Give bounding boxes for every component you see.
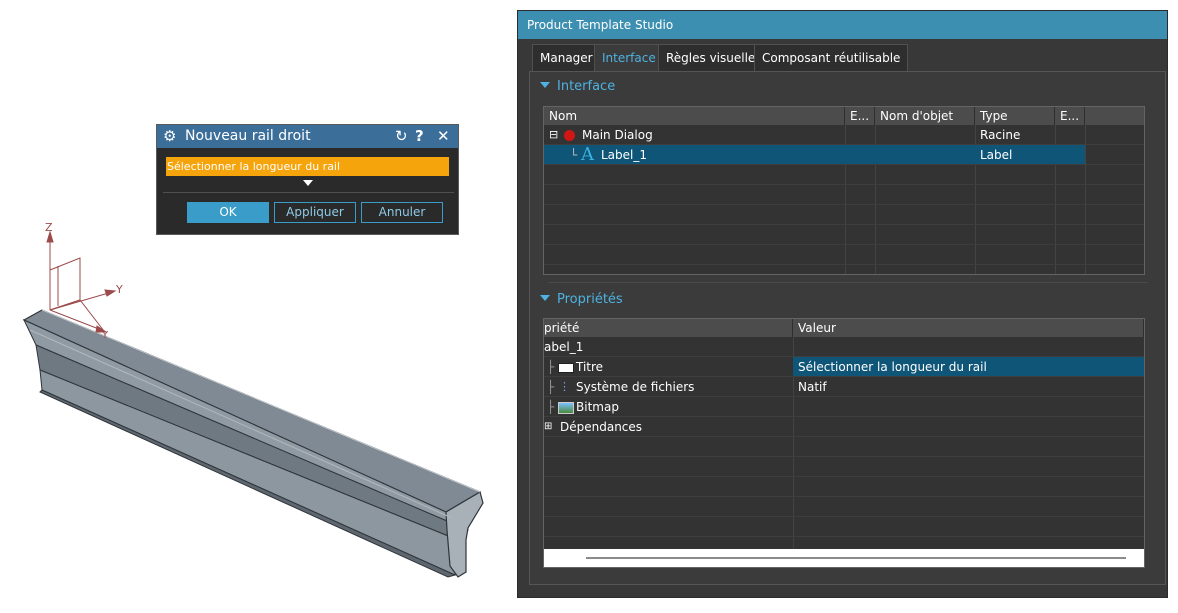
properties-header: priété Valeur (544, 319, 1144, 337)
cancel-button[interactable]: Annuler (361, 202, 443, 223)
rail-model[interactable]: Z Y Y (0, 0, 515, 610)
prop-name: Système de fichiers (576, 380, 695, 394)
interface-panel: Interface Nom E... Nom d'objet Type E...… (529, 71, 1166, 585)
window-title[interactable]: Product Template Studio (518, 11, 1167, 39)
tree-item-name: Main Dialog (582, 128, 653, 142)
product-template-studio-window: Product Template Studio Manager Interfac… (517, 10, 1168, 598)
prop-row-filesystem[interactable]: ├ ⋮ Système de fichiers Natif (544, 377, 1144, 397)
col-e2[interactable]: E... (1055, 107, 1085, 125)
prop-name: Dépendances (560, 420, 643, 434)
prop-value[interactable]: Natif (798, 377, 827, 397)
interface-section-label: Interface (557, 79, 616, 94)
col-nom[interactable]: Nom (544, 107, 845, 125)
prop-row-empty (544, 437, 1144, 457)
text-field-icon (558, 357, 574, 377)
tree-connector: ├ (547, 380, 555, 394)
col-e1[interactable]: E... (845, 107, 875, 125)
tab-interface[interactable]: Interface (594, 44, 664, 71)
apply-button[interactable]: Appliquer (274, 202, 356, 223)
prop-name: Bitmap (576, 400, 619, 414)
col-value[interactable]: Valeur (793, 319, 1144, 337)
interface-section-header[interactable]: Interface (540, 79, 615, 94)
properties-section-label: Propriétés (557, 292, 623, 307)
prop-row-empty (544, 457, 1144, 477)
prop-name: Titre (576, 360, 604, 374)
label-a-icon: A (581, 144, 594, 165)
prop-row-empty (544, 517, 1144, 537)
cad-viewport[interactable]: Z Y Y (0, 0, 515, 610)
dialog-titlebar[interactable]: ⚙ Nouveau rail droit ↻ ? ✕ (157, 125, 458, 148)
bitmap-icon (558, 397, 574, 417)
axis-y2-label: Y (101, 330, 109, 341)
chevron-down-icon[interactable] (303, 180, 313, 186)
new-straight-rail-dialog: ⚙ Nouveau rail droit ↻ ? ✕ Sélectionner … (156, 124, 459, 235)
tab-reusable-component[interactable]: Composant réutilisable (754, 44, 909, 71)
col-object-name[interactable]: Nom d'objet (875, 107, 975, 125)
tab-visual-rules[interactable]: Règles visuelles (658, 44, 770, 71)
properties-grid[interactable]: priété Valeur abel_1 ├ Titre Sélectionne… (543, 318, 1145, 568)
tree-expander[interactable]: ⊟ (549, 125, 558, 145)
tab-manager[interactable]: Manager (532, 44, 601, 71)
tree-row-empty (544, 165, 1144, 185)
collapse-icon[interactable] (540, 81, 550, 88)
col-type[interactable]: Type (975, 107, 1055, 125)
tree-row-empty (544, 185, 1144, 205)
section-divider (548, 282, 1148, 283)
axis-y-label: Y (115, 283, 123, 296)
col-property[interactable]: priété (544, 319, 793, 337)
prop-row-empty (544, 477, 1144, 497)
reset-icon[interactable]: ↻ (395, 127, 408, 145)
selection-prompt[interactable]: Sélectionner la longueur du rail (166, 157, 449, 176)
prop-row-title[interactable]: ├ Titre Sélectionner la longueur du rail (544, 357, 1144, 377)
horizontal-scrollbar[interactable] (544, 549, 1144, 567)
prop-row-empty (544, 497, 1144, 517)
divider (163, 192, 454, 193)
prop-name: abel_1 (544, 340, 584, 354)
tree-row-empty (544, 205, 1144, 225)
tree-item-type: Label (980, 148, 1013, 162)
axis-z-label: Z (45, 221, 53, 234)
tree-item-type: Racine (980, 128, 1021, 142)
expand-icon[interactable]: ⊞ (544, 417, 552, 437)
tree-connector: ├ (547, 360, 555, 374)
red-circle-icon (564, 125, 575, 145)
prop-row-dependencies[interactable]: ⊞ Dépendances (544, 417, 1144, 437)
prop-value[interactable]: Sélectionner la longueur du rail (798, 357, 987, 377)
tree-item-name: Label_1 (601, 148, 648, 162)
properties-section-header[interactable]: Propriétés (540, 292, 623, 307)
tree-connector: ├ (547, 400, 555, 414)
tree-row-main-dialog[interactable]: ⊟ Main Dialog Racine (544, 125, 1144, 145)
help-icon[interactable]: ? (415, 127, 424, 145)
tree-header: Nom E... Nom d'objet Type E... (544, 107, 1144, 125)
dialog-title: Nouveau rail droit (185, 128, 311, 144)
tree-connector: └ (570, 148, 578, 162)
scrollbar-thumb[interactable] (586, 557, 1126, 559)
ok-button[interactable]: OK (187, 202, 269, 223)
prop-row-bitmap[interactable]: ├ Bitmap (544, 397, 1144, 417)
gear-icon: ⚙ (163, 127, 177, 145)
collapse-icon[interactable] (540, 294, 550, 301)
interface-tree-grid[interactable]: Nom E... Nom d'objet Type E... ⊟ Main Di… (543, 106, 1145, 275)
prop-row[interactable]: abel_1 (544, 337, 1144, 357)
tree-row-empty (544, 225, 1144, 245)
tree-row-label-1[interactable]: └ A Label_1 Label (544, 145, 1144, 165)
close-icon[interactable]: ✕ (437, 127, 450, 145)
tree-row-empty (544, 245, 1144, 265)
tree-list-icon: ⋮ (559, 380, 570, 393)
